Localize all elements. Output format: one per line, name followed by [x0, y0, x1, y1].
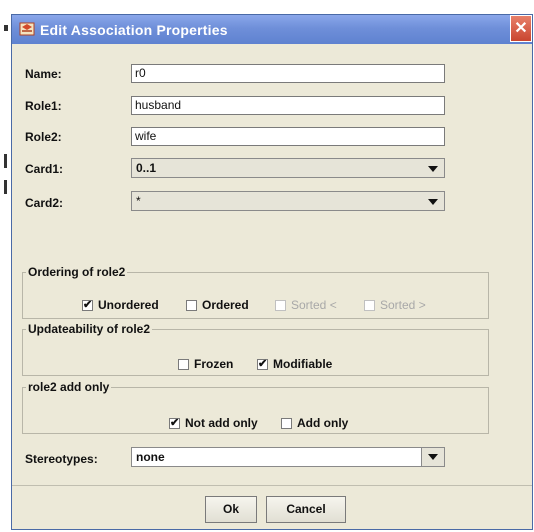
- background-mark: [4, 180, 7, 194]
- role1-field[interactable]: husband: [131, 96, 445, 115]
- checkbox-checked-icon: [169, 416, 180, 429]
- checkbox-icon: [275, 300, 286, 311]
- stereotypes-combo[interactable]: none: [131, 447, 445, 467]
- modifiable-label: Modifiable: [273, 357, 333, 371]
- checkbox-checked-icon: [82, 298, 93, 311]
- background-mark: [4, 154, 7, 168]
- card2-value: *: [136, 194, 141, 208]
- close-icon: ✕: [514, 20, 528, 37]
- chevron-down-icon: [428, 454, 438, 460]
- name-label: Name:: [25, 67, 62, 81]
- role2-field[interactable]: wife: [131, 127, 445, 146]
- add-only-group-title: role2 add only: [26, 380, 112, 394]
- checkbox-icon: [281, 418, 292, 429]
- stereotypes-label: Stereotypes:: [25, 452, 98, 466]
- sorted-asc-checkbox[interactable]: Sorted <: [275, 298, 337, 312]
- sorted-desc-label: Sorted >: [380, 298, 426, 312]
- checkbox-icon: [178, 359, 189, 370]
- frozen-checkbox[interactable]: Frozen: [178, 357, 233, 371]
- card1-value: 0..1: [136, 161, 157, 175]
- ordering-group-title: Ordering of role2: [26, 265, 128, 279]
- sorted-desc-checkbox[interactable]: Sorted >: [364, 298, 426, 312]
- background-window-edge: [0, 0, 11, 532]
- card2-label: Card2:: [25, 196, 64, 210]
- chevron-down-icon: [428, 199, 438, 205]
- button-bar: Ok Cancel: [12, 485, 532, 532]
- name-field[interactable]: r0: [131, 64, 445, 83]
- app-icon: [19, 21, 35, 37]
- cancel-button[interactable]: Cancel: [266, 496, 346, 523]
- background-mark: [4, 25, 8, 31]
- card1-label: Card1:: [25, 162, 64, 176]
- checkbox-icon: [364, 300, 375, 311]
- role1-label: Role1:: [25, 99, 62, 113]
- ordered-label: Ordered: [202, 298, 249, 312]
- card2-combo[interactable]: *: [131, 191, 445, 211]
- card1-combo[interactable]: 0..1: [131, 158, 445, 178]
- unordered-checkbox[interactable]: Unordered: [82, 298, 159, 312]
- frozen-label: Frozen: [194, 357, 234, 371]
- updateability-group: [22, 329, 489, 376]
- add-only-checkbox[interactable]: Add only: [281, 416, 348, 430]
- ordered-checkbox[interactable]: Ordered: [186, 298, 249, 312]
- dropdown-button[interactable]: [421, 448, 444, 466]
- stereotypes-value: none: [136, 450, 165, 464]
- checkbox-checked-icon: [257, 357, 268, 370]
- close-button[interactable]: ✕: [510, 15, 532, 42]
- window-title: Edit Association Properties: [40, 22, 228, 38]
- chevron-down-icon: [428, 166, 438, 172]
- ok-button[interactable]: Ok: [205, 496, 257, 523]
- edit-association-dialog: Edit Association Properties ✕ Name: r0 R…: [11, 14, 533, 530]
- updateability-group-title: Updateability of role2: [26, 322, 153, 336]
- unordered-label: Unordered: [98, 298, 159, 312]
- checkbox-icon: [186, 300, 197, 311]
- add-only-label: Add only: [297, 416, 349, 430]
- not-add-only-checkbox[interactable]: Not add only: [169, 416, 258, 430]
- role2-label: Role2:: [25, 130, 62, 144]
- title-bar[interactable]: Edit Association Properties ✕: [12, 15, 532, 44]
- sorted-asc-label: Sorted <: [291, 298, 337, 312]
- modifiable-checkbox[interactable]: Modifiable: [257, 357, 332, 371]
- not-add-only-label: Not add only: [185, 416, 258, 430]
